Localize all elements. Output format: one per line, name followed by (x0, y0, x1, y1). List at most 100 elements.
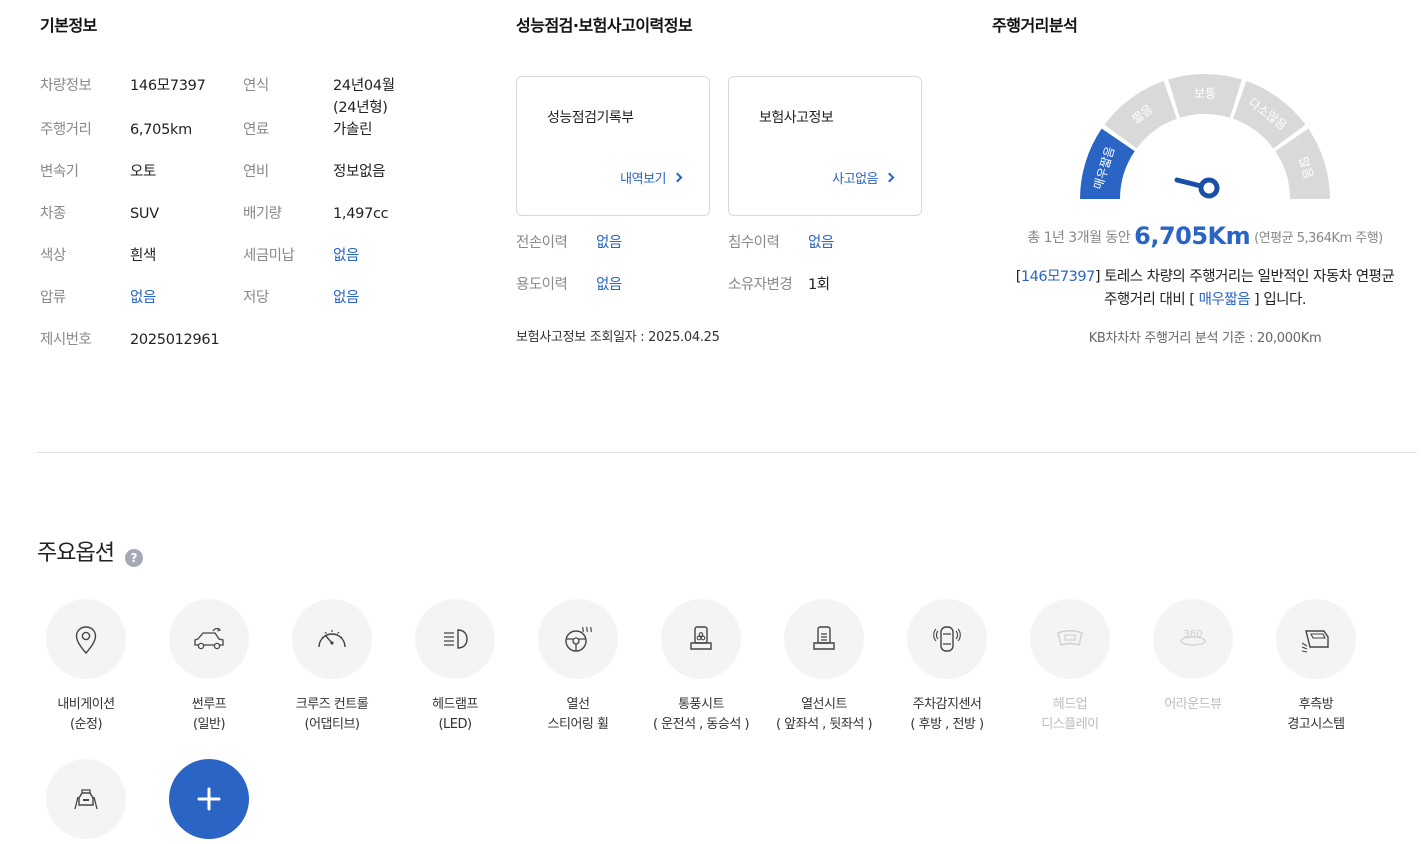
value-transmission: 오토 (130, 164, 157, 180)
more-options-button[interactable] (169, 759, 249, 839)
value-fuel: 가솔린 (333, 122, 373, 138)
option-label-line2: 스티어링 휠 (547, 717, 609, 732)
mileage-gauge: 매우짧음짧음보통다소많음많음 (1080, 74, 1330, 199)
no-accident-label: 사고없음 (832, 172, 878, 187)
label-year: 연식 (243, 78, 269, 94)
value-vehicle-info: 146모7397 (130, 78, 206, 94)
option-item[interactable]: 크루즈 컨트롤 (어댑티브) (272, 599, 392, 735)
option-label-line1: 썬루프 (191, 697, 227, 712)
mileage-distance: 6,705Km (1134, 222, 1251, 250)
insurance-lookup-date: 보험사고정보 조회일자 : 2025.04.25 (516, 330, 720, 345)
option-label: 열선시트 ( 앞좌석 , 뒷좌석 ) (764, 695, 884, 735)
value-displacement: 1,497cc (333, 206, 389, 222)
option-item[interactable]: 열선스티어링 휠 (518, 599, 638, 735)
summary-text-line2a: 주행거리 대비 [ (1104, 292, 1195, 308)
summary-text-line2b: ] 입니다. (1254, 292, 1306, 308)
hud-icon[interactable] (1030, 599, 1110, 679)
chevron-right-icon (672, 172, 683, 183)
value-color: 흰색 (130, 248, 157, 264)
history-value[interactable]: 없음 (596, 273, 622, 294)
performance-record-card[interactable]: 성능점검기록부 내역보기 (516, 76, 710, 216)
option-item[interactable]: 썬루프 (일반) (149, 599, 269, 735)
value-mileage: 6,705km (130, 122, 192, 138)
mileage-criteria: KB차차차 주행거리 분석 기준 : 20,000Km (1088, 331, 1322, 346)
option-label-line1: 통풍시트 (678, 697, 724, 712)
sunroof-car-icon[interactable] (169, 599, 249, 679)
option-label-line1: 열선 (566, 697, 590, 712)
option-label: 내비게이션 (순정) (26, 695, 146, 735)
option-label-line1: 내비게이션 (57, 697, 115, 712)
option-item[interactable]: 360 어라운드뷰 (1133, 599, 1253, 715)
mileage-annual-average: (연평균 5,364Km 주행) (1254, 231, 1383, 246)
label-transmission: 변속기 (40, 164, 79, 180)
parking-sensor-icon[interactable] (907, 599, 987, 679)
option-item[interactable]: 통풍시트 ( 운전석 , 동승석 ) (641, 599, 761, 735)
option-label-line1: 주차감지센서 (912, 697, 982, 712)
view-history-link[interactable]: 내역보기 (620, 168, 683, 187)
insurance-accident-card[interactable]: 보험사고정보 사고없음 (728, 76, 922, 216)
heated-seat-icon[interactable] (784, 599, 864, 679)
option-label: 열선스티어링 휠 (518, 695, 638, 735)
label-vehicle-info: 차량정보 (40, 78, 92, 94)
history-label: 전손이력 (516, 235, 568, 251)
option-item[interactable]: 헤드업 디스플레이 (1010, 599, 1130, 735)
option-label-line2: (순정) (69, 717, 103, 732)
summary-level: 매우짧음 (1198, 292, 1251, 308)
blind-spot-icon[interactable] (1276, 599, 1356, 679)
value-seizure[interactable]: 없음 (130, 287, 156, 309)
option-label-line2: ( 후방 , 전방 ) (910, 717, 984, 732)
history-label: 소유자변경 (728, 277, 793, 293)
history-value[interactable]: 없음 (596, 231, 622, 252)
option-item[interactable]: 헤드램프 (LED) (395, 599, 515, 735)
label-color: 색상 (40, 248, 66, 264)
lane-car-icon[interactable] (46, 759, 126, 839)
around-view-icon[interactable]: 360 (1153, 599, 1233, 679)
value-year: 24년04월 (333, 78, 395, 94)
value-unpaid-tax[interactable]: 없음 (333, 245, 359, 267)
option-label-line2: ( 운전석 , 동승석 ) (652, 717, 750, 732)
option-label-line1: 어라운드뷰 (1164, 697, 1222, 712)
option-label-line1: 헤드램프 (432, 697, 478, 712)
label-car-type: 차종 (40, 206, 66, 222)
history-usage: 용도이력 없음 (516, 273, 622, 294)
options-title: 주요옵션 (37, 541, 115, 566)
option-label-line2: 디스플레이 (1041, 717, 1099, 732)
value-car-type: SUV (130, 206, 159, 222)
label-fuel: 연료 (243, 122, 269, 138)
history-flood: 침수이력 없음 (728, 231, 834, 252)
insurance-accident-title: 보험사고정보 (759, 110, 834, 126)
option-item[interactable]: 열선시트 ( 앞좌석 , 뒷좌석 ) (764, 599, 884, 735)
label-seizure: 압류 (40, 290, 66, 306)
headlamp-icon[interactable] (415, 599, 495, 679)
option-label-line1: 크루즈 컨트롤 (295, 697, 369, 712)
history-value[interactable]: 없음 (808, 231, 834, 252)
label-mortgage: 저당 (243, 290, 269, 306)
label-mileage: 주행거리 (40, 122, 92, 138)
option-item[interactable]: 주차감지센서 ( 후방 , 전방 ) (887, 599, 1007, 735)
option-label: 헤드업 디스플레이 (1010, 695, 1130, 735)
option-label-line2: (LED) (438, 717, 472, 732)
value-mortgage[interactable]: 없음 (333, 287, 359, 309)
no-accident-link[interactable]: 사고없음 (832, 168, 895, 187)
option-item[interactable] (26, 759, 146, 839)
option-label: 주차감지센서 ( 후방 , 전방 ) (887, 695, 1007, 735)
basic-info-title: 기본정보 (40, 16, 97, 35)
option-item[interactable]: 후측방 경고시스템 (1256, 599, 1376, 735)
option-label-line2: (일반) (192, 717, 226, 732)
option-label-line2: (어댑티브) (304, 717, 360, 732)
help-icon[interactable]: ? (125, 549, 143, 567)
option-label-line2: 경고시스템 (1287, 717, 1345, 732)
navigation-pin-icon[interactable] (46, 599, 126, 679)
mileage-period: 총 1년 3개월 동안 6,705Km (연평균 5,364Km 주행) (995, 222, 1415, 250)
option-label: 후측방 경고시스템 (1256, 695, 1376, 735)
label-efficiency: 연비 (243, 164, 269, 180)
value-listing-number: 2025012961 (130, 332, 220, 348)
heated-steering-icon[interactable] (538, 599, 618, 679)
ventilated-seat-icon[interactable] (661, 599, 741, 679)
option-item[interactable]: 내비게이션 (순정) (26, 599, 146, 735)
gauge-segment-label: 보통 (1194, 87, 1216, 101)
section-divider (37, 452, 1417, 453)
cruise-gauge-icon[interactable] (292, 599, 372, 679)
gauge-needle-hub (1198, 177, 1220, 199)
mileage-summary: [146모7397] 토레스 차량의 주행거리는 일반적인 자동차 연평균 주행… (1015, 269, 1395, 308)
